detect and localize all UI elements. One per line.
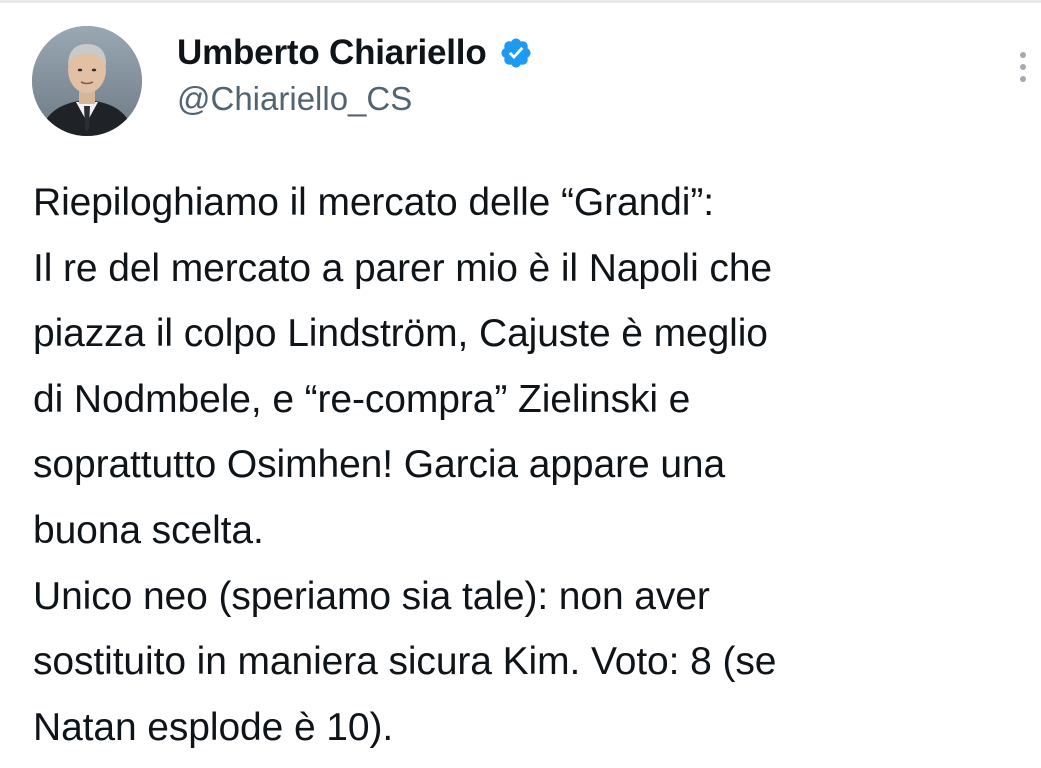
more-vertical-icon[interactable] (1015, 52, 1031, 92)
author-display-name[interactable]: Umberto Chiariello (177, 33, 487, 73)
avatar-photo-icon (32, 26, 142, 136)
tweet-text-line: soprattutto Osimhen! Garcia appare una (33, 443, 726, 487)
tweet-text-line: Unico neo (speriamo sia tale): non aver (33, 574, 710, 618)
verified-badge-icon (499, 36, 533, 70)
tweet-text-line: sostituito in maniera sicura Kim. Voto: … (33, 640, 777, 684)
author-handle[interactable]: @Chiariello_CS (177, 80, 412, 118)
tweet-text-line: Natan esplode è 10). (33, 705, 394, 749)
author-avatar[interactable] (32, 26, 142, 136)
tweet-text-line: piazza il colpo Lindström, Cajuste è meg… (33, 312, 768, 356)
tweet-text-line: di Nodmbele, e “re-compra” Zielinski e (33, 377, 691, 421)
tweet-text-line: Il re del mercato a parer mio è il Napol… (33, 246, 772, 290)
tweet-text-line: buona scelta. (33, 508, 264, 552)
tweet-text-line: Riepiloghiamo il mercato delle “Grandi”: (33, 181, 714, 224)
tweet-text: Riepiloghiamo il mercato delle “Grandi”:… (33, 170, 1033, 760)
author-name-row[interactable]: Umberto Chiariello (177, 30, 533, 76)
tweet-card: Umberto Chiariello @Chiariello_CS Riepil… (0, 0, 1041, 768)
